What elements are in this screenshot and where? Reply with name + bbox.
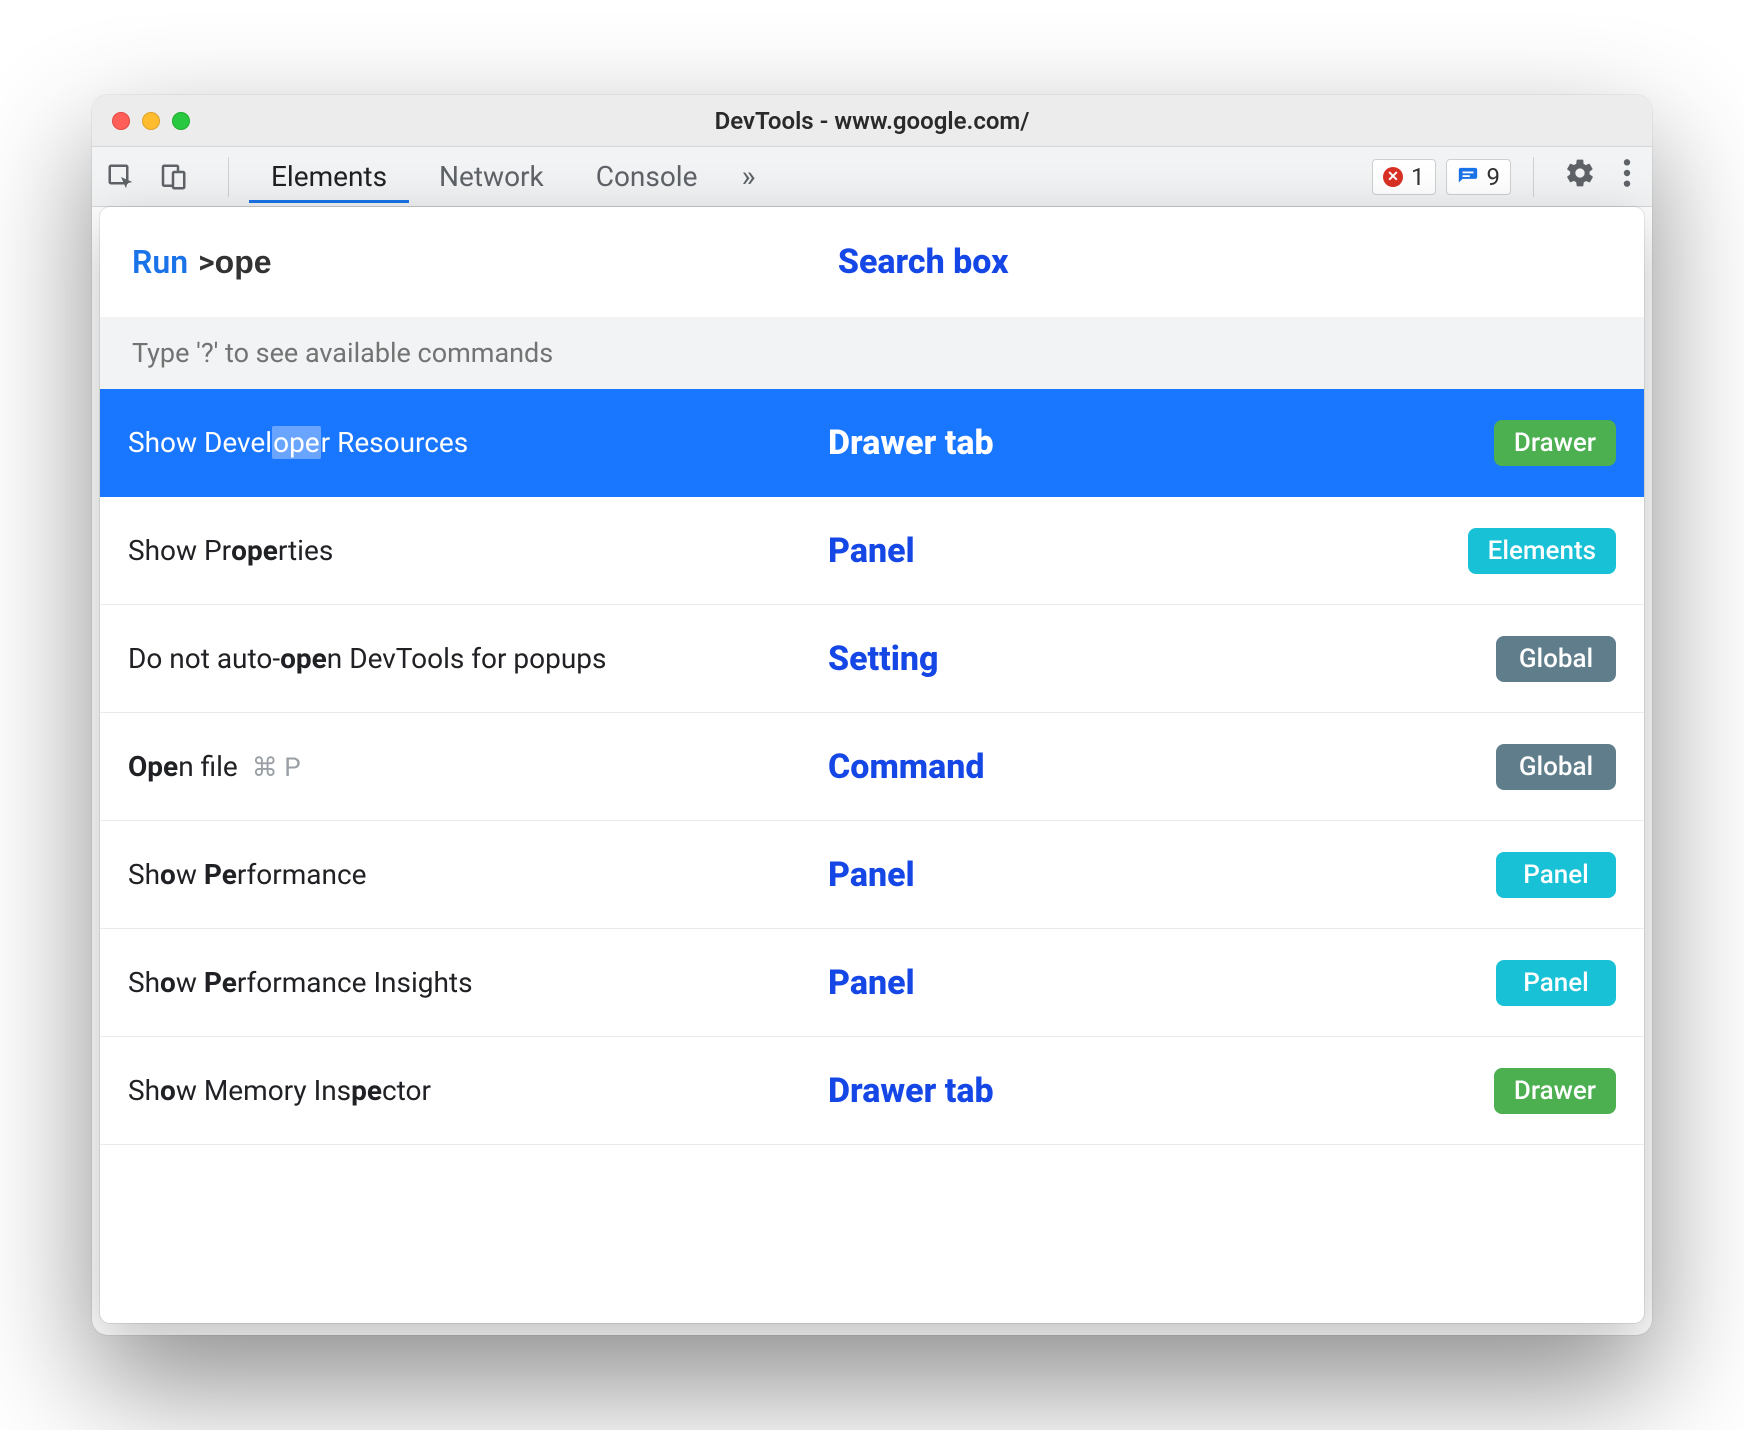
message-count: 9	[1487, 163, 1501, 191]
command-tag: Elements	[1468, 528, 1616, 574]
tab-console[interactable]: Console	[574, 150, 720, 203]
command-item[interactable]: Open file⌘ PCommandGlobal	[100, 713, 1644, 821]
command-tag: Global	[1496, 744, 1616, 790]
command-item-text: Show Performance Insights	[128, 966, 828, 999]
command-type-annotation: Panel	[828, 855, 1496, 895]
inspect-element-icon[interactable]	[104, 160, 138, 194]
command-item[interactable]: Do not auto-open DevTools for popupsSett…	[100, 605, 1644, 713]
annotation-searchbox: Search box	[838, 242, 1009, 282]
separator	[1533, 157, 1534, 197]
command-search-input[interactable]	[215, 244, 515, 281]
more-options-icon[interactable]	[1614, 157, 1640, 196]
message-icon	[1457, 166, 1479, 188]
input-prefix: >	[198, 243, 215, 281]
separator	[228, 157, 229, 197]
window-controls	[112, 112, 190, 130]
error-count: 1	[1411, 163, 1425, 191]
command-search-row: Run > Search box	[100, 207, 1644, 317]
command-item-text: Show Memory Inspector	[128, 1074, 828, 1107]
command-tag: Drawer	[1494, 1068, 1616, 1114]
tab-network[interactable]: Network	[417, 150, 566, 203]
window-title: DevTools - www.google.com/	[92, 107, 1652, 135]
command-item[interactable]: Show PropertiesPanelElements	[100, 497, 1644, 605]
command-item[interactable]: Show PerformancePanelPanel	[100, 821, 1644, 929]
minimize-window-button[interactable]	[142, 112, 160, 130]
command-item-text: Show Developer Resources	[128, 426, 828, 459]
command-tag: Panel	[1496, 852, 1616, 898]
command-shortcut: ⌘ P	[252, 753, 301, 783]
settings-icon[interactable]	[1556, 157, 1604, 196]
command-tag: Panel	[1496, 960, 1616, 1006]
run-prefix: Run	[132, 243, 188, 281]
command-type-annotation: Drawer tab	[828, 1071, 1494, 1111]
titlebar: DevTools - www.google.com/	[92, 95, 1652, 147]
command-item-text: Do not auto-open DevTools for popups	[128, 642, 828, 675]
command-item[interactable]: Show Developer ResourcesDrawer tabDrawer	[100, 389, 1644, 497]
error-icon: ✕	[1383, 167, 1403, 187]
command-type-annotation: Command	[828, 747, 1496, 787]
command-type-annotation: Drawer tab	[828, 423, 1494, 463]
command-type-annotation: Panel	[828, 531, 1468, 571]
command-list: Show Developer ResourcesDrawer tabDrawer…	[100, 389, 1644, 1323]
maximize-window-button[interactable]	[172, 112, 190, 130]
close-window-button[interactable]	[112, 112, 130, 130]
more-tabs-icon[interactable]: »	[727, 159, 769, 194]
command-item[interactable]: Show Performance InsightsPanelPanel	[100, 929, 1644, 1037]
command-item-text: Show Performance	[128, 858, 828, 891]
command-tag: Global	[1496, 636, 1616, 682]
command-type-annotation: Setting	[828, 639, 1496, 679]
messages-badge[interactable]: 9	[1446, 159, 1512, 195]
devtools-toolbar: Elements Network Console » ✕ 1 9	[92, 147, 1652, 207]
device-toggle-icon[interactable]	[156, 160, 190, 194]
errors-badge[interactable]: ✕ 1	[1372, 159, 1436, 195]
command-type-annotation: Panel	[828, 963, 1496, 1003]
tab-elements[interactable]: Elements	[249, 150, 409, 203]
devtools-window: DevTools - www.google.com/	[92, 95, 1652, 1335]
command-hint: Type '?' to see available commands	[100, 317, 1644, 389]
command-item-text: Open file⌘ P	[128, 750, 828, 783]
command-item[interactable]: Show Memory InspectorDrawer tabDrawer	[100, 1037, 1644, 1145]
command-menu: Run > Search box Type '?' to see availab…	[100, 207, 1644, 1323]
command-tag: Drawer	[1494, 420, 1616, 466]
command-item-text: Show Properties	[128, 534, 828, 567]
